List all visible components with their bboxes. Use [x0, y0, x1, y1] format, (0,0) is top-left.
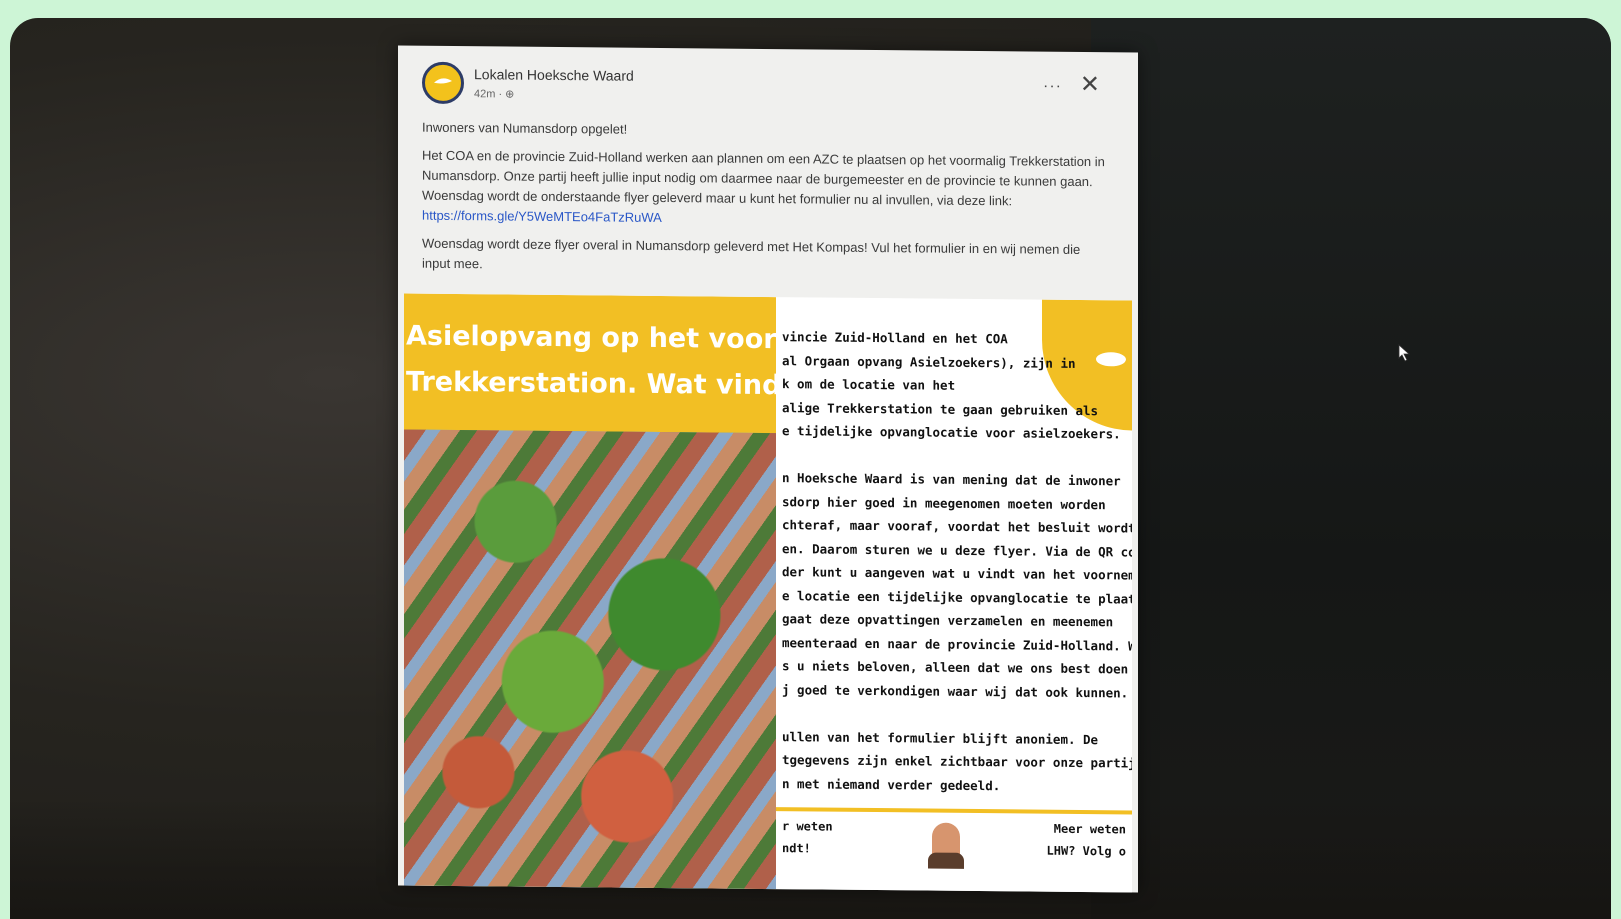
- more-options-button[interactable]: ···: [1043, 78, 1062, 96]
- flyer-paragraph: n Hoeksche Waard is van mening dat de in…: [782, 466, 1132, 704]
- flyer-text-line: ullen van het formulier blijft anoniem. …: [782, 728, 1099, 747]
- form-link[interactable]: https://forms.gle/Y5WeMTEo4FaTzRuWA: [422, 208, 662, 225]
- flyer-paragraph: ullen van het formulier blijft anoniem. …: [782, 725, 1132, 799]
- flyer-text-line: gaat deze opvattingen verzamelen en meen…: [782, 611, 1114, 630]
- photo-background: Lokalen Hoeksche Waard 42m · ⊕ ··· ✕ Inw…: [10, 18, 1611, 919]
- flyer-headline-line: Trekkerstation. Wat vindt u: [406, 366, 776, 402]
- flyer-text-line: j goed te verkondigen waar wij dat ook k…: [782, 681, 1129, 700]
- flyer-footer-line: LHW? Volg o: [1046, 843, 1126, 859]
- flyer-text-line: e tijdelijke opvanglocatie voor asielzoe…: [782, 423, 1121, 442]
- flyer-headline-line: Asielopvang op het voorma: [406, 320, 776, 356]
- flyer-headline: Asielopvang op het voorma Trekkerstation…: [406, 314, 776, 410]
- party-logo-icon: [434, 78, 452, 84]
- person-photo: [932, 822, 960, 863]
- flyer-text-line: k om de locatie van het: [782, 376, 956, 393]
- flyer-text-line: vincie Zuid-Holland en het COA: [782, 329, 1008, 347]
- mouse-cursor-icon: [1398, 344, 1411, 362]
- post-paragraph-text: Het COA en de provincie Zuid-Holland wer…: [422, 147, 1105, 209]
- flyer-text-line: chteraf, maar vooraf, voordat het beslui…: [782, 517, 1132, 536]
- post-text: Inwoners van Numansdorp opgelet! Het COA…: [422, 118, 1112, 289]
- flyer-footer-left: r weten ndt!: [782, 815, 833, 859]
- flyer-text-line: s u niets beloven, alleen dat we ons bes…: [782, 658, 1132, 677]
- flyer-text-line: tgegevens zijn enkel zichtbaar voor onze…: [782, 752, 1132, 771]
- flyer-text-line: sdorp hier goed in meegenomen moeten wor…: [782, 493, 1106, 512]
- flyer-text-line: n Hoeksche Waard is van mening dat de in…: [782, 470, 1121, 489]
- flyer-text: vincie Zuid-Holland en het COA al Orgaan…: [782, 325, 1132, 822]
- post-timestamp[interactable]: 42m · ⊕: [474, 87, 514, 100]
- flyer-text-line: en. Daarom sturen we u deze flyer. Via d…: [782, 540, 1132, 560]
- flyer-text-line: der kunt u aangeven wat u vindt van het …: [782, 564, 1132, 583]
- page-avatar[interactable]: [422, 61, 464, 105]
- flyer-text-line: al Orgaan opvang Asielzoekers), zijn in: [782, 352, 1076, 371]
- post-paragraph: Woensdag wordt deze flyer overal in Numa…: [422, 235, 1081, 272]
- flyer-footer-line: Meer weten: [1053, 821, 1126, 837]
- flyer-text-line: meenteraad en naar de provincie Zuid-Hol…: [782, 634, 1132, 654]
- flyer-text-line: n met niemand verder gedeeld.: [782, 775, 1001, 793]
- flyer-text-line: alige Trekkerstation te gaan gebruiken a…: [782, 399, 1099, 418]
- facebook-post: Lokalen Hoeksche Waard 42m · ⊕ ··· ✕ Inw…: [398, 45, 1138, 893]
- flyer-text-line: e locatie een tijdelijke opvanglocatie t…: [782, 587, 1132, 607]
- flyer-paragraph: vincie Zuid-Holland en het COA al Orgaan…: [782, 325, 1132, 446]
- flyer-image[interactable]: Asielopvang op het voorma Trekkerstation…: [404, 293, 1132, 893]
- post-paragraph: Het COA en de provincie Zuid-Holland wer…: [422, 146, 1112, 233]
- flyer-footer-line: ndt!: [782, 841, 811, 856]
- close-button[interactable]: ✕: [1080, 70, 1100, 99]
- page-name[interactable]: Lokalen Hoeksche Waard: [474, 66, 634, 84]
- post-header: Lokalen Hoeksche Waard 42m · ⊕ ··· ✕: [422, 60, 1114, 117]
- flyer-footer-right: Meer weten LHW? Volg o: [1047, 818, 1126, 863]
- flyer-footer-line: r weten: [782, 819, 833, 834]
- flyer-banner: Asielopvang op het voorma Trekkerstation…: [404, 293, 776, 434]
- aerial-town-photo: [404, 429, 776, 890]
- post-paragraph: Inwoners van Numansdorp opgelet!: [422, 119, 628, 137]
